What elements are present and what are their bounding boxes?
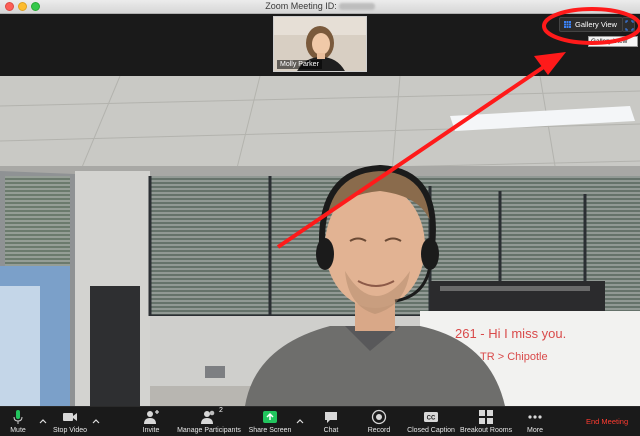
meeting-toolbar: Mute Stop Video Invite Manage Participan… [0,406,640,436]
share-screen-icon [263,411,277,423]
gallery-view-label: Gallery View [575,20,617,29]
share-options-caret[interactable] [295,413,305,424]
fullscreen-button[interactable] [622,17,635,32]
record-label: Record [367,427,391,434]
more-label: More [527,427,543,434]
video-camera-icon [63,413,77,421]
breakout-rooms-label: Breakout Rooms [459,427,513,434]
mute-label: Mute [10,427,26,434]
participants-icon [201,410,215,424]
video-options-caret[interactable] [91,413,101,424]
whiteboard-line-2: TR > Chipotle [480,351,548,363]
participants-count-badge: 2 [219,407,223,414]
participant-thumbnail[interactable]: Molly Parker [273,16,367,72]
record-button[interactable]: Record [364,407,394,436]
gallery-view-tooltip: Gallery View [588,36,638,47]
fullscreen-icon [625,20,634,31]
invite-label: Invite [142,427,160,434]
closed-caption-label: Closed Caption [407,427,455,434]
microphone-icon [13,410,23,424]
manage-participants-label: Manage Participants [177,427,241,434]
chevron-up-icon [39,419,47,424]
closed-caption-button[interactable]: CC Closed Caption [406,407,456,436]
zoom-meeting-window: Zoom Meeting ID: Molly Parker 261 - Hi I… [0,0,640,436]
end-meeting-button[interactable]: End Meeting [586,417,628,426]
svg-text:CC: CC [427,416,436,422]
gallery-view-button[interactable]: Gallery View [559,17,623,32]
participant-name-label: Molly Parker [277,60,322,69]
breakout-rooms-button[interactable]: Breakout Rooms [460,407,512,436]
title-bar: Zoom Meeting ID: [0,0,640,14]
stop-video-button[interactable]: Stop Video [50,407,90,436]
active-speaker-video: 261 - Hi I miss you. TR > Chipotle [0,76,640,406]
breakout-rooms-icon [479,410,493,424]
chat-icon [325,412,337,423]
audio-options-caret[interactable] [38,413,48,424]
manage-participants-button[interactable]: Manage Participants [176,407,242,436]
speaker-video-frame: 261 - Hi I miss you. TR > Chipotle [0,76,640,406]
whiteboard-line-1: 261 - Hi I miss you. [455,326,566,341]
grid-icon [564,21,571,28]
more-button[interactable]: More [522,407,548,436]
add-user-icon [144,410,159,424]
chat-label: Chat [323,427,339,434]
invite-button[interactable]: Invite [136,407,166,436]
meeting-id-redacted [338,3,375,11]
window-title: Zoom Meeting ID: [0,1,640,11]
share-screen-label: Share Screen [248,427,292,434]
mute-button[interactable]: Mute [4,407,32,436]
chat-button[interactable]: Chat [318,407,344,436]
cc-icon: CC [424,412,438,422]
chevron-up-icon [92,419,100,424]
window-title-text: Zoom Meeting ID: [265,1,337,11]
chevron-up-icon [296,419,304,424]
share-screen-button[interactable]: Share Screen [248,407,292,436]
record-icon [371,409,387,425]
stop-video-label: Stop Video [52,427,88,434]
thumbnail-strip: Molly Parker [0,14,640,76]
more-icon [528,415,542,419]
